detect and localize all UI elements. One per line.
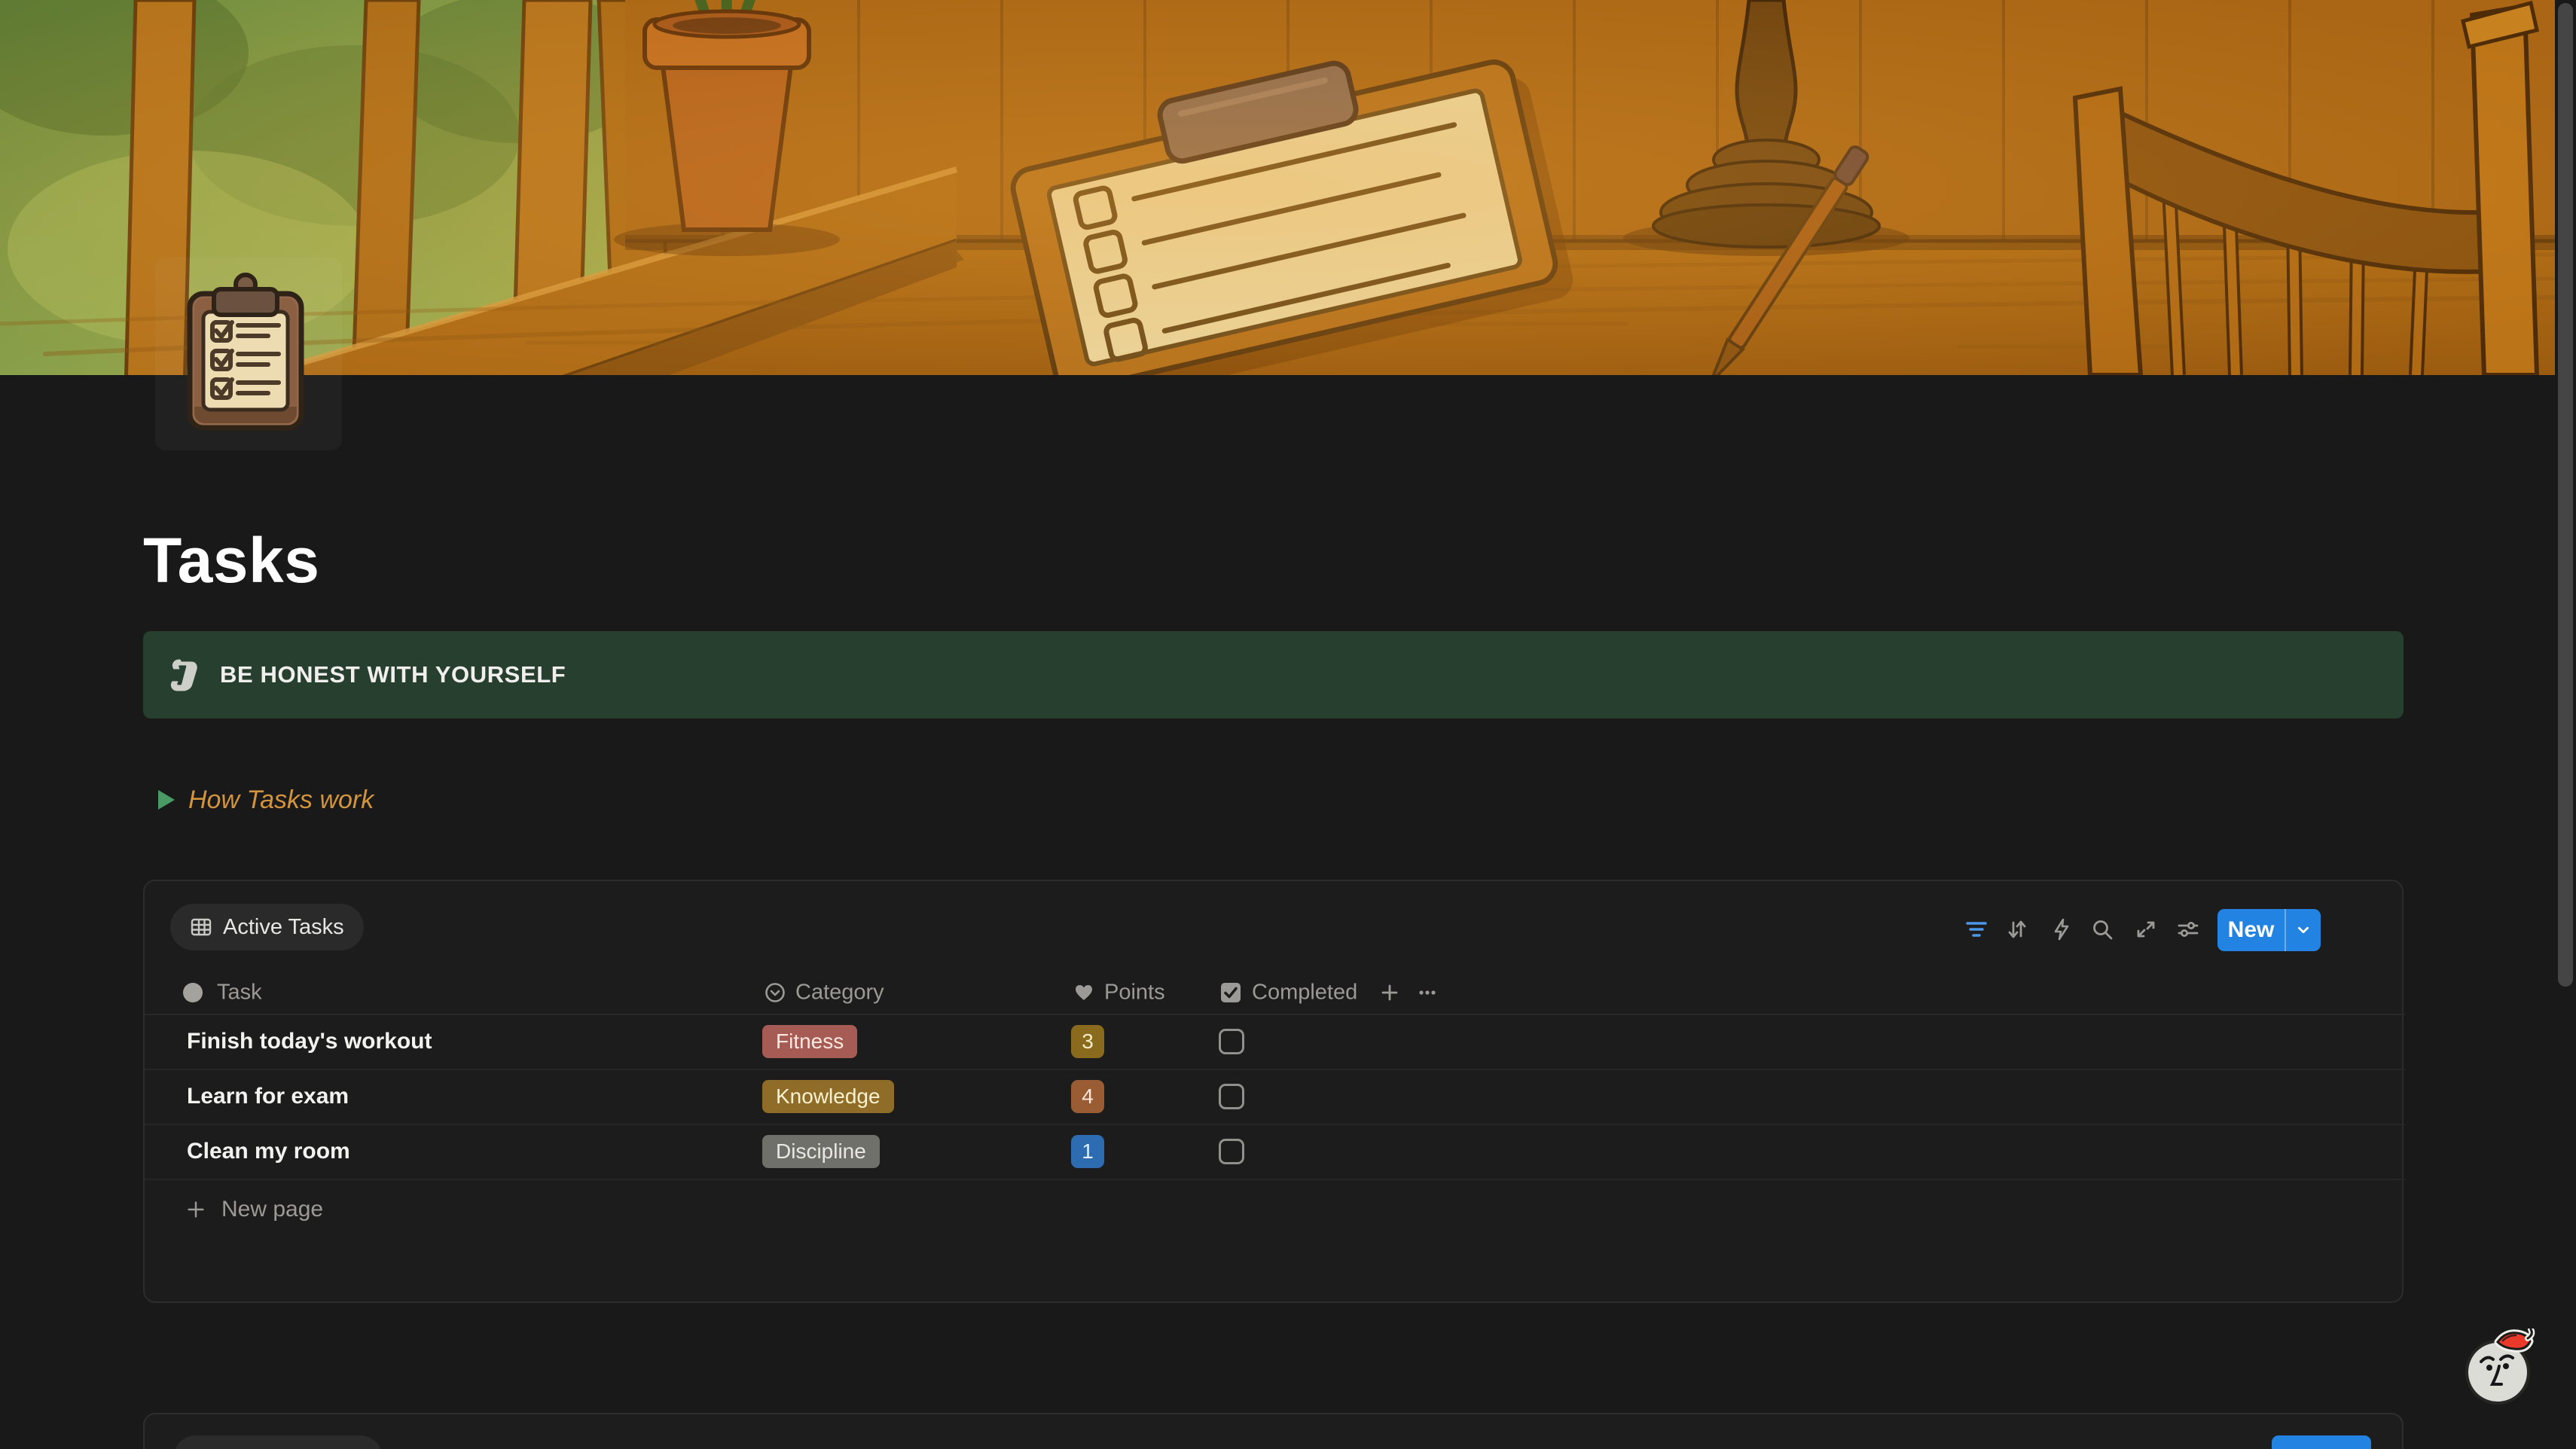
column-header-points[interactable]: Points: [1104, 981, 1165, 1005]
category-tag[interactable]: Discipline: [762, 1135, 880, 1168]
points-chip[interactable]: 3: [1071, 1025, 1104, 1058]
callout-text: BE HONEST WITH YOURSELF: [220, 661, 566, 688]
callout-block: BE HONEST WITH YOURSELF: [143, 631, 2404, 718]
toggle-label[interactable]: How Tasks work: [188, 786, 374, 815]
automations-icon[interactable]: [2049, 917, 2074, 942]
database-card: Active Tasks: [143, 880, 2404, 1303]
second-database-card: New: [143, 1413, 2404, 1449]
new-button-label[interactable]: New: [2217, 917, 2285, 943]
task-cell[interactable]: Clean my room: [187, 1139, 350, 1164]
view-settings-icon[interactable]: [2175, 917, 2201, 942]
table-row: Clean my room Discipline 1: [145, 1124, 2405, 1180]
view-tab-label[interactable]: Active Tasks: [223, 915, 344, 940]
expand-icon[interactable]: [2133, 917, 2159, 942]
chili-icon: [2498, 1329, 2532, 1349]
category-tag[interactable]: Knowledge: [762, 1080, 894, 1113]
heart-icon: [1071, 980, 1097, 1005]
notion-page: Tasks BE HONEST WITH YOURSELF How Tasks …: [0, 0, 2576, 1449]
points-chip[interactable]: 4: [1071, 1080, 1104, 1113]
checkbox-icon: [1219, 981, 1243, 1005]
points-chip[interactable]: 1: [1071, 1135, 1104, 1168]
task-cell[interactable]: Finish today's workout: [187, 1029, 432, 1054]
new-button[interactable]: New: [2217, 909, 2321, 951]
cover-illustration: [0, 0, 2555, 375]
chili-face-avatar-icon: [2462, 1329, 2537, 1407]
second-view-tab[interactable]: [173, 1435, 383, 1449]
column-header-completed[interactable]: Completed: [1252, 981, 1357, 1005]
toggle-how-tasks-work[interactable]: How Tasks work: [143, 780, 374, 819]
completed-checkbox[interactable]: [1219, 1029, 1244, 1054]
cover-image: [0, 0, 2555, 375]
page-icon[interactable]: [184, 273, 307, 434]
second-new-button[interactable]: New: [2272, 1435, 2371, 1449]
chevron-down-icon: [2294, 920, 2313, 940]
filter-icon[interactable]: [1964, 917, 1989, 942]
column-header-task[interactable]: Task: [217, 981, 262, 1005]
new-dropdown-button[interactable]: [2286, 920, 2321, 940]
toggle-arrow-icon[interactable]: [157, 789, 176, 811]
column-header-category[interactable]: Category: [795, 981, 884, 1005]
task-cell[interactable]: Learn for exam: [187, 1084, 349, 1109]
gray-circle-icon: [181, 981, 205, 1005]
scroll-icon: [169, 657, 203, 692]
category-tag[interactable]: Fitness: [762, 1025, 857, 1058]
more-options-icon[interactable]: [1415, 980, 1440, 1005]
page-title[interactable]: Tasks: [143, 524, 319, 597]
select-icon: [762, 980, 788, 1005]
user-avatar[interactable]: [2462, 1329, 2537, 1407]
scrollbar-thumb[interactable]: [2558, 3, 2573, 987]
table-header-row: Task Category Points Completed: [145, 972, 2405, 1015]
clipboard-checklist-icon: [184, 273, 307, 434]
view-tab-active-tasks[interactable]: Active Tasks: [170, 904, 364, 950]
table-row: Finish today's workout Fitness 3: [145, 1014, 2405, 1070]
table-row: Learn for exam Knowledge 4: [145, 1069, 2405, 1125]
completed-checkbox[interactable]: [1219, 1084, 1244, 1109]
sort-icon[interactable]: [2004, 917, 2030, 942]
completed-checkbox[interactable]: [1219, 1139, 1244, 1164]
table-icon: [190, 916, 212, 938]
new-page-label[interactable]: New page: [221, 1197, 323, 1222]
add-column-icon[interactable]: [1377, 980, 1402, 1005]
new-page-button[interactable]: New page: [145, 1179, 2405, 1240]
plus-icon: [184, 1197, 208, 1222]
search-icon[interactable]: [2089, 917, 2115, 942]
